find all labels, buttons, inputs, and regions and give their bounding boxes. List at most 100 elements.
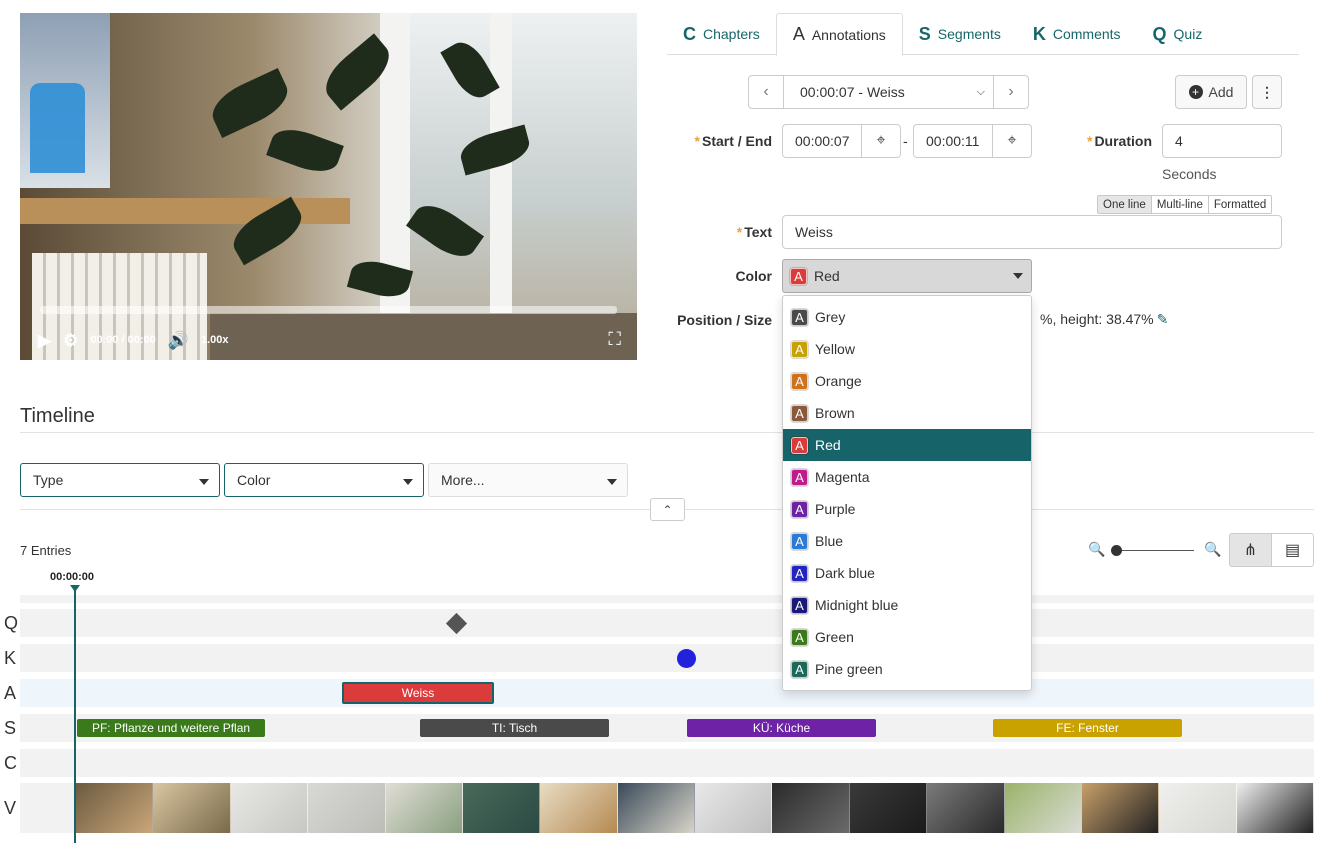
video-time: 00:00 / 00:00 (90, 334, 156, 346)
required-icon: * (1086, 133, 1093, 149)
color-select[interactable]: A Red (782, 259, 1032, 293)
timeline-title: Timeline (20, 405, 95, 427)
playhead-handle[interactable] (70, 585, 80, 592)
annotation-select[interactable]: 00:00:07 - Weiss ⌵ (783, 76, 994, 108)
fullscreen-icon[interactable]: ⛶ (608, 329, 621, 350)
video-player[interactable]: ▶ ⚙ 00:00 / 00:00 🔊 1.00x ⛶ (20, 13, 637, 360)
text-mode-multi-line[interactable]: Multi-line (1151, 196, 1209, 213)
video-frame-window-right (388, 13, 637, 323)
color-option[interactable]: A Purple (783, 493, 1031, 525)
chevron-down-icon: ⌵ (976, 85, 985, 98)
track-label: A (4, 683, 17, 703)
tab-segments[interactable]: S Segments (903, 13, 1017, 55)
color-option[interactable]: A Grey (783, 301, 1031, 333)
segment-bar[interactable]: FE: Fenster (993, 719, 1182, 737)
track-label: C (4, 753, 17, 773)
color-option-label: Yellow (815, 341, 855, 357)
video-thumbnail (927, 783, 1005, 833)
end-time-input[interactable]: 00:00:11 ⌖ (913, 124, 1032, 158)
video-thumbnail (772, 783, 850, 833)
color-badge-icon: A (791, 340, 808, 358)
color-option[interactable]: A Orange (783, 365, 1031, 397)
more-vertical-icon[interactable]: ⋮ (1252, 75, 1282, 109)
tab-comments[interactable]: K Comments (1017, 13, 1137, 55)
color-option-label: Red (815, 437, 841, 453)
color-badge-icon: A (791, 596, 808, 614)
zoom-in-icon[interactable]: 🔍 (1204, 541, 1221, 558)
duration-input[interactable]: 4 (1162, 124, 1282, 158)
annotations-icon: A (792, 24, 805, 44)
zoom-slider[interactable]: 🔍 🔍 (1088, 541, 1221, 559)
color-option-label: Pine green (815, 661, 883, 677)
tree-view-icon[interactable]: ⋔ (1229, 533, 1272, 567)
chevron-left-icon[interactable]: ‹ (749, 76, 783, 108)
tab-label: Comments (1052, 26, 1121, 42)
color-option[interactable]: A Green (783, 621, 1031, 653)
color-option[interactable]: A Magenta (783, 461, 1031, 493)
color-badge-icon: A (791, 436, 808, 454)
comment-marker[interactable] (677, 649, 696, 668)
color-badge-icon: A (790, 267, 807, 285)
color-option[interactable]: A Blue (783, 525, 1031, 557)
zoom-handle[interactable] (1111, 545, 1122, 556)
crosshair-icon[interactable]: ⌖ (862, 125, 900, 157)
start-time-value[interactable]: 00:00:07 (783, 125, 862, 157)
gear-icon[interactable]: ⚙ (63, 332, 78, 349)
tab-label: Chapters (703, 26, 760, 42)
color-option-label: Orange (815, 373, 862, 389)
text-mode-toggle: One line Multi-line Formatted (1097, 195, 1273, 214)
chapters-icon: C (683, 23, 696, 44)
color-option-label: Dark blue (815, 565, 875, 581)
list-view-icon[interactable]: ▤ (1271, 533, 1314, 567)
type-filter[interactable]: Type (20, 463, 220, 497)
video-thumbnail (308, 783, 386, 833)
color-option[interactable]: A Pine green (783, 653, 1031, 685)
required-icon: * (736, 224, 743, 240)
color-option-label: Grey (815, 309, 846, 325)
quiz-marker[interactable] (445, 612, 468, 635)
segment-bar[interactable]: TI: Tisch (420, 719, 609, 737)
text-mode-formatted[interactable]: Formatted (1208, 196, 1272, 213)
caret-down-icon (199, 479, 209, 485)
more-filter[interactable]: More... (428, 463, 628, 497)
text-input[interactable]: Weiss (782, 215, 1282, 249)
segment-bar[interactable]: KÜ: Küche (687, 719, 876, 737)
video-thumbnail (849, 783, 928, 833)
volume-icon[interactable]: 🔊 (168, 332, 189, 349)
color-option[interactable]: A Red (783, 429, 1031, 461)
caret-down-icon (607, 479, 617, 485)
edit-icon[interactable]: ✎ (1157, 311, 1169, 327)
color-badge-icon: A (791, 628, 808, 646)
chevron-up-icon[interactable]: ⌃ (650, 498, 685, 521)
video-progress-bar[interactable] (40, 306, 617, 314)
chevron-right-icon[interactable]: › (994, 76, 1028, 108)
playhead-timestamp: 00:00:00 (50, 571, 95, 583)
video-speed[interactable]: 1.00x (201, 334, 229, 346)
crosshair-icon[interactable]: ⌖ (993, 125, 1031, 157)
zoom-out-icon[interactable]: 🔍 (1088, 541, 1105, 558)
start-time-input[interactable]: 00:00:07 ⌖ (782, 124, 901, 158)
tab-chapters[interactable]: C Chapters (667, 13, 776, 55)
color-option[interactable]: A Yellow (783, 333, 1031, 365)
color-option-label: Midnight blue (815, 597, 899, 613)
play-icon[interactable]: ▶ (38, 332, 51, 349)
video-thumbnail (695, 783, 773, 833)
tab-label: Annotations (811, 26, 886, 43)
color-option[interactable]: A Dark blue (783, 557, 1031, 589)
add-button[interactable]: + Add (1175, 75, 1247, 109)
text-mode-one-line[interactable]: One line (1098, 196, 1152, 213)
annotation-segment[interactable]: Weiss (342, 682, 494, 704)
color-filter[interactable]: Color (224, 463, 424, 497)
color-option[interactable]: A Brown (783, 397, 1031, 429)
segment-bar[interactable]: PF: Pflanze und weitere Pflan (77, 719, 265, 737)
tab-quiz[interactable]: Q Quiz (1137, 13, 1219, 55)
timeline-track-spacer (20, 595, 1314, 603)
tab-annotations[interactable]: A Annotations (775, 13, 903, 56)
end-time-value[interactable]: 00:00:11 (914, 125, 993, 157)
tab-label: Quiz (1173, 26, 1203, 42)
video-thumbnail (1004, 783, 1082, 833)
playhead[interactable] (74, 585, 76, 843)
color-option-label: Magenta (815, 469, 870, 485)
video-thumbnails[interactable] (76, 783, 1314, 833)
color-option[interactable]: A Midnight blue (783, 589, 1031, 621)
